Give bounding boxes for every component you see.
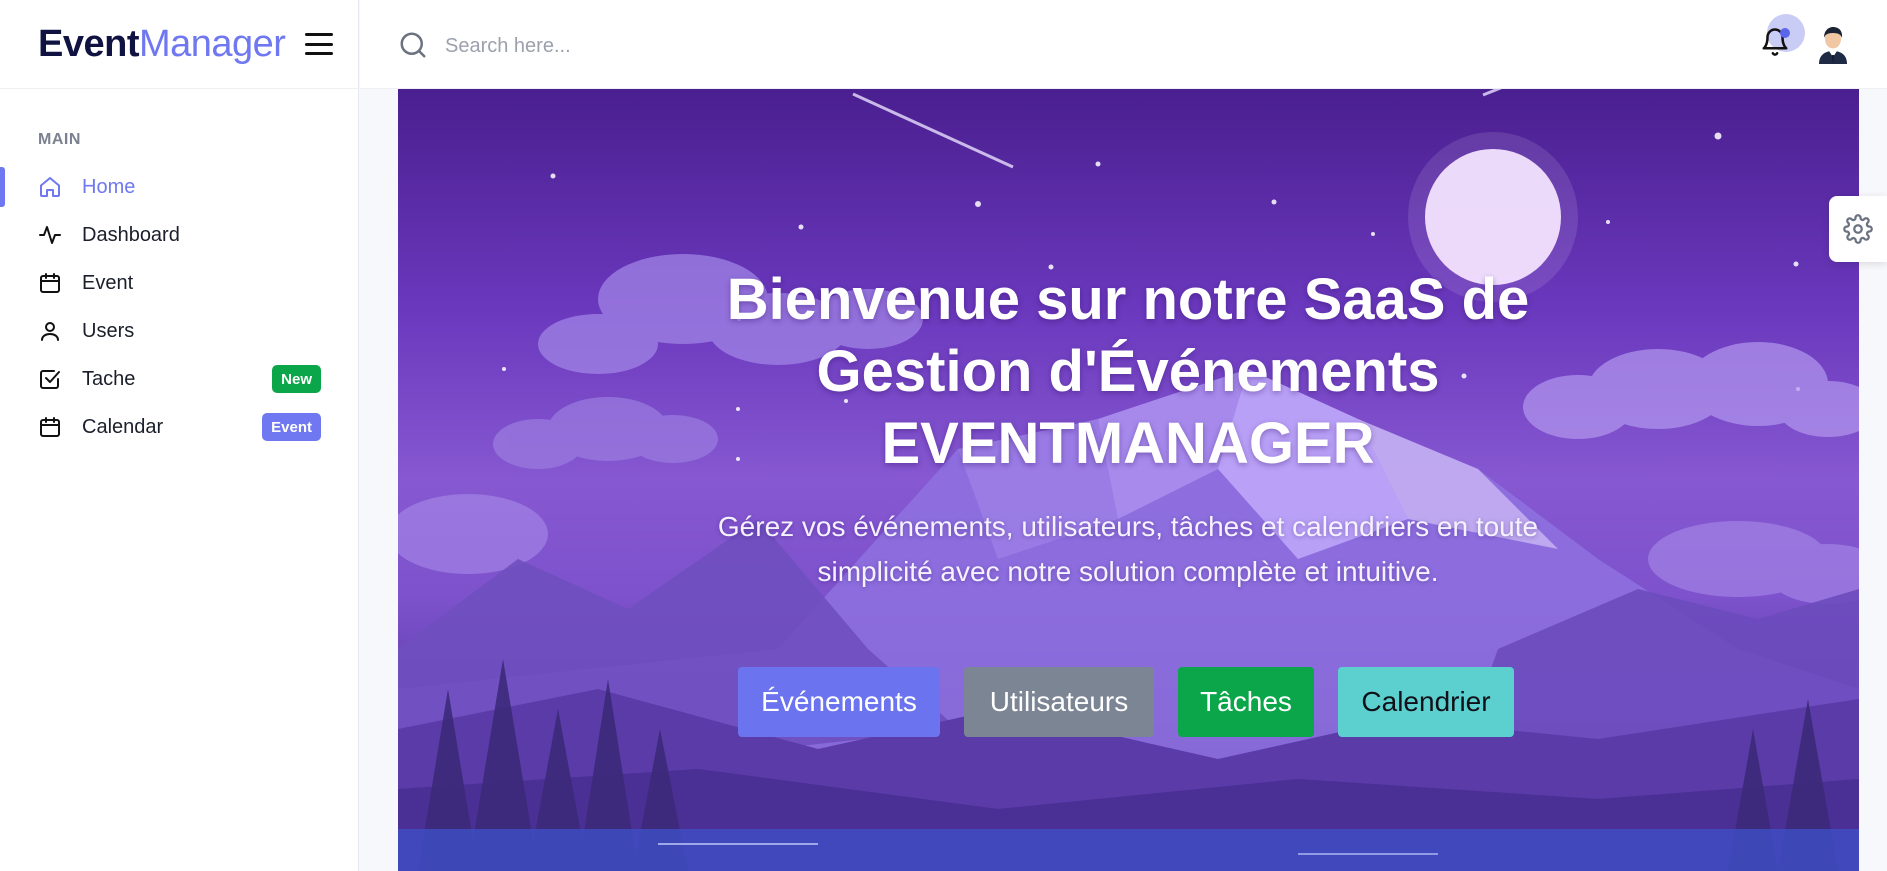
sidebar-item-home[interactable]: Home xyxy=(0,163,358,211)
sidebar-item-label: Dashboard xyxy=(82,223,180,246)
hero-button-row: Événements Utilisateurs Tâches Calendrie… xyxy=(738,667,1514,737)
calendar-button[interactable]: Calendrier xyxy=(1338,667,1514,737)
logo-bold-text: Event xyxy=(38,22,139,65)
notification-dot xyxy=(1780,28,1790,38)
brand-header: EventManager xyxy=(0,0,358,89)
menu-toggle-icon[interactable] xyxy=(305,33,334,55)
sidebar-item-label: Calendar xyxy=(82,415,164,438)
sidebar-item-label: Event xyxy=(82,271,134,294)
user-icon xyxy=(38,319,62,343)
sidebar-item-label: Home xyxy=(82,175,136,198)
event-badge: Event xyxy=(262,413,321,441)
hero-subtitle: Gérez vos événements, utilisateurs, tâch… xyxy=(658,504,1598,594)
sidebar-item-dashboard[interactable]: Dashboard xyxy=(0,211,358,259)
logo-light-text: Manager xyxy=(138,22,286,65)
hero-banner: Bienvenue sur notre SaaS de Gestion d'Év… xyxy=(398,89,1859,871)
sidebar-item-calendar[interactable]: Calendar Event xyxy=(0,403,358,451)
notification-button[interactable] xyxy=(1750,14,1806,72)
hero-title: Bienvenue sur notre SaaS de Gestion d'Év… xyxy=(678,264,1578,480)
tasks-button[interactable]: Tâches xyxy=(1178,667,1314,737)
sidebar-item-label: Tache xyxy=(82,367,136,390)
avatar[interactable] xyxy=(1810,24,1856,64)
top-bar xyxy=(360,0,1887,89)
hero-subtitle-line: Gérez vos événements, utilisateurs, tâch… xyxy=(717,511,1539,542)
hero-background-illustration xyxy=(398,89,1859,871)
sidebar-item-event[interactable]: Event xyxy=(0,259,358,307)
hero-title-line: EVENTMANAGER xyxy=(881,411,1375,476)
hero-title-line: Gestion d'Événements xyxy=(816,339,1440,404)
sidebar-item-tache[interactable]: Tache New xyxy=(0,355,358,403)
sidebar-item-users[interactable]: Users xyxy=(0,307,358,355)
sidebar: EventManager MAIN Home Dashboard Event U… xyxy=(0,0,359,871)
search-icon[interactable] xyxy=(398,30,428,60)
hero-subtitle-line: simplicité avec notre solution complète … xyxy=(817,556,1439,587)
home-icon xyxy=(38,175,62,199)
calendar-icon xyxy=(38,271,62,295)
nav-section-title: MAIN xyxy=(38,131,81,148)
gear-icon xyxy=(1843,214,1873,244)
settings-toggle-button[interactable] xyxy=(1829,196,1887,262)
sidebar-item-label: Users xyxy=(82,319,135,342)
checkbox-icon xyxy=(38,367,62,391)
events-button[interactable]: Événements xyxy=(738,667,940,737)
users-button[interactable]: Utilisateurs xyxy=(964,667,1154,737)
search-input[interactable] xyxy=(445,28,865,64)
new-badge: New xyxy=(272,365,321,393)
calendar-icon xyxy=(38,415,62,439)
app-logo[interactable]: EventManager xyxy=(38,22,286,66)
hero-title-line: Bienvenue sur notre SaaS de xyxy=(726,267,1530,332)
activity-icon xyxy=(38,223,62,247)
